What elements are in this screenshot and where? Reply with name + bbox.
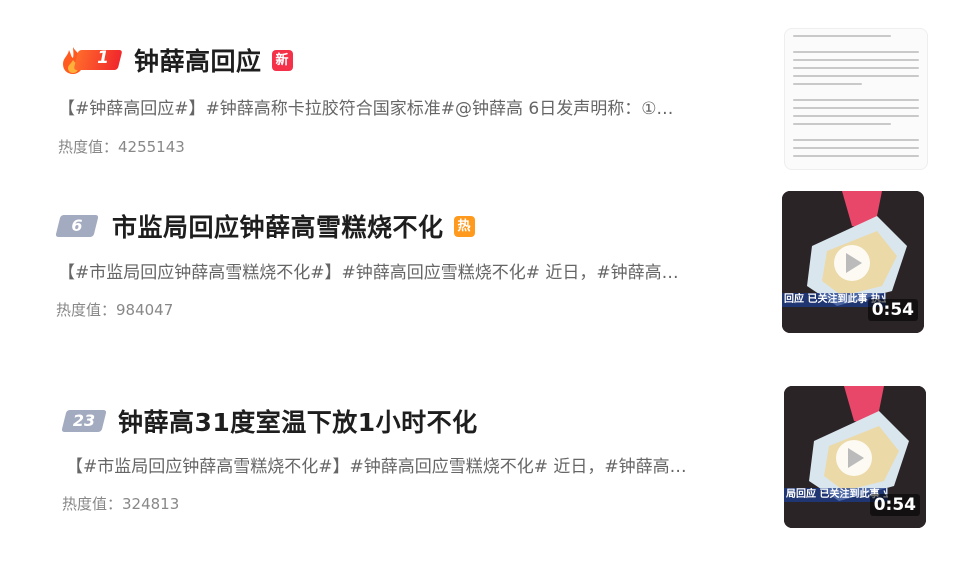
rank-badge: 23 [61, 410, 107, 432]
hot-search-item[interactable]: 6 市监局回应钟薛高雪糕烧不化 热 【#市监局回应钟薛高雪糕烧不化#】#钟薛高回… [0, 190, 960, 340]
item-title[interactable]: 钟薛高31度室温下放1小时不化 [118, 403, 478, 439]
hot-tag: 热 [453, 215, 475, 237]
video-thumbnail[interactable]: 局回应 已关注到此事 业务处室 0:54 [784, 386, 926, 528]
heat-value: 热度值：984047 [56, 301, 174, 319]
hot-search-item[interactable]: 1 钟薛高回应 新 【#钟薛高回应#】#钟薛高称卡拉胶符合国家标准#@钟薛高 6… [0, 28, 960, 178]
rank-number: 1 [97, 48, 109, 68]
new-tag: 新 [271, 49, 293, 71]
document-thumbnail[interactable] [784, 28, 928, 170]
rank-badge: 6 [55, 215, 99, 237]
item-summary[interactable]: 【#市监局回应钟薛高雪糕烧不化#】#钟薛高回应雪糕烧不化# 近日，#钟薛高… [66, 452, 768, 477]
heat-value: 热度值：324813 [62, 495, 180, 513]
item-title-row: 6 市监局回应钟薛高雪糕烧不化 热 [55, 208, 475, 244]
item-title-row: 1 钟薛高回应 新 [58, 42, 293, 78]
video-duration: 0:54 [867, 299, 918, 321]
rank-number: 6 [71, 216, 83, 235]
video-duration: 0:54 [869, 494, 920, 516]
item-summary[interactable]: 【#市监局回应钟薛高雪糕烧不化#】#钟薛高回应雪糕烧不化# 近日，#钟薛高… [58, 258, 768, 283]
item-title[interactable]: 市监局回应钟薛高雪糕烧不化 [112, 208, 444, 244]
fire-rank-badge: 1 [58, 45, 123, 75]
rank-number: 23 [72, 411, 96, 430]
heat-value: 热度值：4255143 [58, 138, 185, 156]
item-title[interactable]: 钟薛高回应 [134, 42, 262, 78]
video-thumbnail[interactable]: 回应 已关注到此事 执业务处室 0:54 [782, 191, 924, 333]
document-text-preview [793, 35, 919, 163]
item-summary[interactable]: 【#钟薛高回应#】#钟薛高称卡拉胶符合国家标准#@钟薛高 6日发声明称：①… [58, 94, 768, 119]
hot-search-item[interactable]: 23 钟薛高31度室温下放1小时不化 【#市监局回应钟薛高雪糕烧不化#】#钟薛高… [0, 385, 960, 535]
item-title-row: 23 钟薛高31度室温下放1小时不化 [61, 403, 478, 439]
